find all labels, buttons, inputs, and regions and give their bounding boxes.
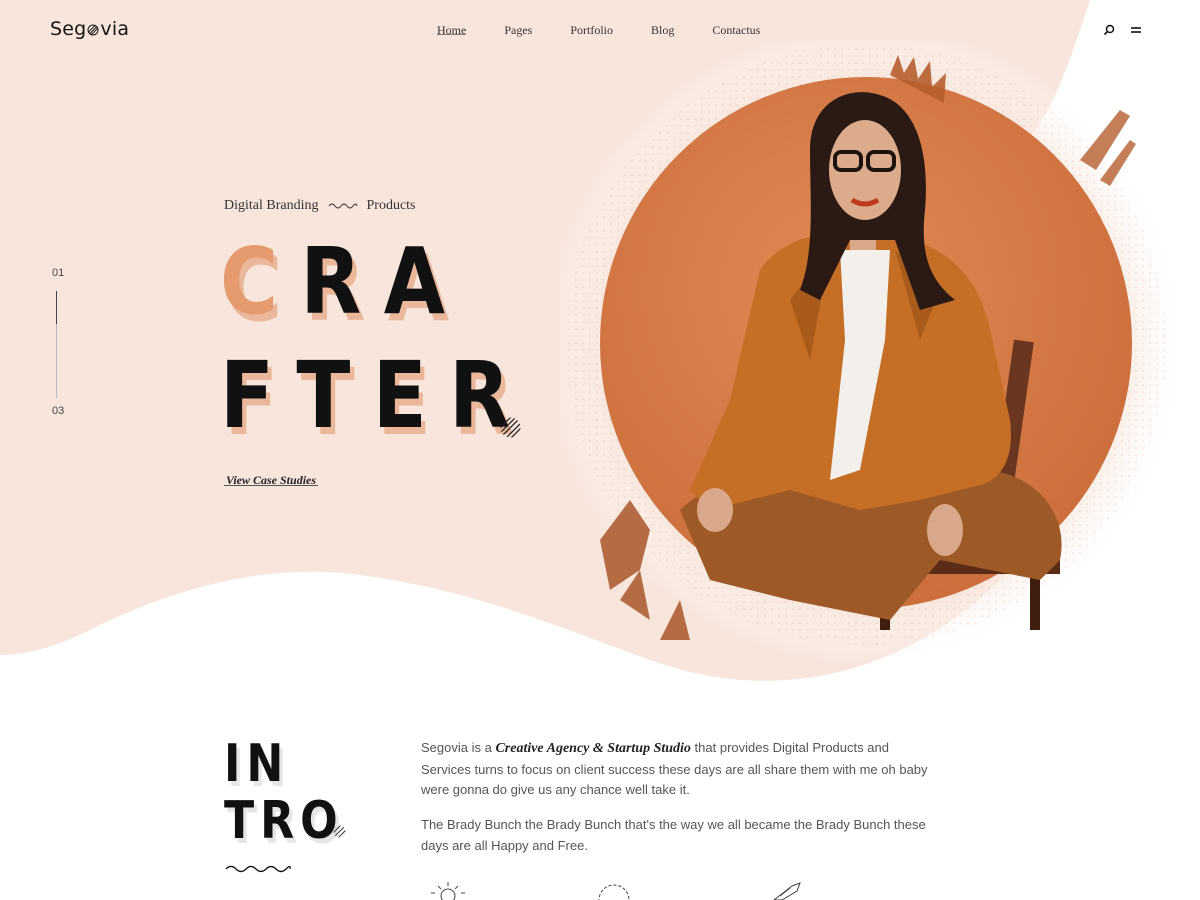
nav-item-blog[interactable]: Blog bbox=[651, 23, 674, 38]
intro-p1-emphasis: Creative Agency & Startup Studio bbox=[495, 741, 691, 756]
idea-bulb-icon bbox=[431, 882, 465, 900]
intro-paragraph-1: Segovia is a Creative Agency & Startup S… bbox=[421, 738, 941, 801]
slide-current: 01 bbox=[52, 267, 65, 279]
view-case-studies-link[interactable]: View Case Studies bbox=[223, 473, 319, 488]
hero-title-accent-letter: C bbox=[220, 228, 301, 335]
dashed-circle-icon bbox=[598, 884, 630, 900]
hero-title-line1-rest: RA bbox=[300, 228, 468, 335]
hero-title-line1: CRA CRA bbox=[220, 236, 467, 335]
hero-title-line2: FTER FTER bbox=[220, 350, 532, 449]
hero-subtitle: Digital Branding Products bbox=[224, 198, 416, 214]
hero-subtitle-left: Digital Branding bbox=[224, 198, 319, 213]
intro-hatched-dot-icon bbox=[333, 825, 346, 838]
search-button[interactable] bbox=[1100, 21, 1118, 39]
nav-item-contactus[interactable]: Contactus bbox=[712, 23, 760, 38]
intro-heading-line1: IN bbox=[224, 734, 290, 794]
nav-item-home[interactable]: Home bbox=[437, 23, 467, 38]
logo[interactable]: Seg via bbox=[50, 18, 129, 40]
intro-heading: IN IN TRO TRO bbox=[224, 734, 344, 855]
rocket-icon bbox=[773, 882, 801, 900]
hero-subtitle-right: Products bbox=[366, 198, 416, 213]
wave-divider-icon bbox=[328, 203, 357, 209]
hatched-dot-icon bbox=[500, 417, 521, 438]
main-nav: Home Pages Portfolio Blog Contactus bbox=[437, 23, 798, 38]
nav-item-portfolio[interactable]: Portfolio bbox=[570, 23, 613, 38]
slide-total: 03 bbox=[52, 405, 65, 417]
slide-progress-fill bbox=[56, 291, 57, 324]
hero-title-line2-text: FTER bbox=[220, 342, 533, 449]
intro-heading-line2: TRO bbox=[224, 791, 344, 851]
hero-portrait-image bbox=[560, 40, 1180, 665]
intro-wave-divider-icon bbox=[225, 865, 291, 873]
logo-text-end: via bbox=[100, 18, 130, 40]
menu-button[interactable] bbox=[1127, 21, 1145, 39]
logo-mark-icon bbox=[87, 24, 99, 36]
intro-paragraph-2: The Brady Bunch the Brady Bunch that's t… bbox=[421, 817, 926, 853]
intro-p1-lead: Segovia is a bbox=[421, 740, 496, 755]
nav-item-pages[interactable]: Pages bbox=[504, 23, 532, 38]
logo-text-start: Seg bbox=[50, 18, 87, 40]
menu-icon bbox=[1131, 27, 1141, 33]
search-icon bbox=[1103, 24, 1115, 36]
